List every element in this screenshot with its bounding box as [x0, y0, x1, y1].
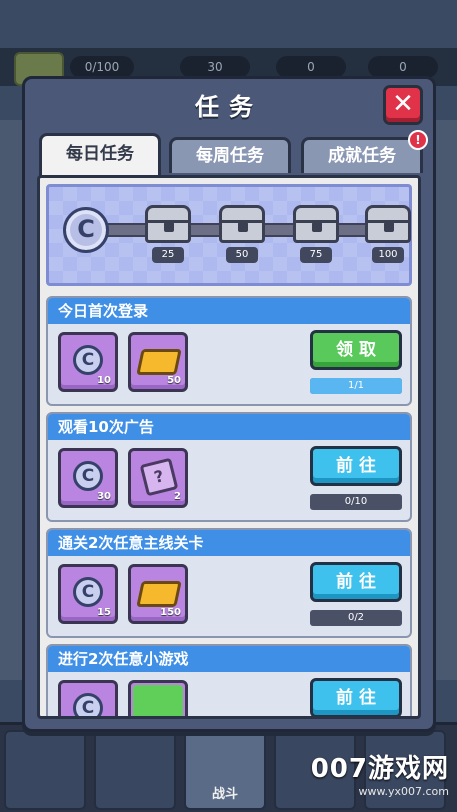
gem-counter: 30 [180, 56, 250, 78]
left-side-strip [0, 120, 24, 680]
crystal-counter: 0 [368, 56, 438, 78]
task-title: 通关2次任意主线关卡 [48, 530, 410, 556]
close-button[interactable]: ✕ [383, 85, 423, 125]
nav-shop-tab[interactable] [4, 730, 86, 810]
milestone-strip: C 25 50 75 100 [46, 184, 412, 286]
claim-button[interactable]: 领取 [310, 330, 402, 370]
nav-battle-tab[interactable]: 战斗 [184, 730, 266, 810]
energy-counter: 0/100 [70, 56, 134, 78]
task-title: 今日首次登录 [48, 298, 410, 324]
reward-count: 30 [97, 491, 111, 502]
reward-green-item [128, 680, 188, 716]
green-item-icon [133, 685, 183, 716]
chest-icon[interactable] [293, 205, 339, 243]
task-tabs: 每日任务 每周任务 成就任务 ! [39, 130, 428, 177]
task-modal: 任务 ✕ 每日任务 每周任务 成就任务 ! C 25 50 75 100 今日首… [22, 76, 436, 732]
coin-icon: C [73, 693, 103, 716]
progress-text: 0/2 [347, 612, 365, 623]
go-button[interactable]: 前往 [310, 562, 402, 602]
task-card: 通关2次任意主线关卡 C 15 150 前往 0/2 [46, 528, 412, 638]
reward-gold: 50 [128, 332, 188, 392]
right-side-strip [433, 120, 457, 680]
reward-count: 50 [167, 375, 181, 386]
reward-gold: 150 [128, 564, 188, 624]
ticket-icon: ? [139, 457, 179, 497]
tab-achievement-label: 成就任务 [328, 146, 396, 166]
task-progress: 0/2 [310, 610, 402, 626]
close-icon: ✕ [392, 89, 414, 119]
watermark-url: www.yx007.com [358, 785, 449, 798]
coin-icon: C [63, 207, 109, 253]
chest-icon[interactable] [219, 205, 265, 243]
nav-hero-tab[interactable] [94, 730, 176, 810]
milestone-label: 25 [152, 247, 184, 263]
task-panel: C 25 50 75 100 今日首次登录 C 10 50 领取 1/1 观看1… [37, 175, 421, 719]
gold-bar-icon [136, 349, 182, 375]
gold-counter: 0 [276, 56, 346, 78]
task-progress: 1/1 [310, 378, 402, 394]
task-card: 观看10次广告 C 30 ? 2 前往 0/10 [46, 412, 412, 522]
tab-achievement[interactable]: 成就任务 ! [301, 130, 428, 173]
reward-coin: C 10 [58, 332, 118, 392]
watermark-title: 007游戏网 [310, 754, 449, 784]
chest-icon[interactable] [365, 205, 411, 243]
reward-count: 10 [97, 375, 111, 386]
reward-ticket: ? 2 [128, 448, 188, 508]
task-progress: 0/10 [310, 494, 402, 510]
progress-text: 1/1 [347, 380, 365, 391]
milestone-label: 75 [300, 247, 332, 263]
milestone-label: 50 [226, 247, 258, 263]
reward-coin: C 15 [58, 564, 118, 624]
progress-text: 0/10 [344, 496, 368, 507]
task-title: 进行2次任意小游戏 [48, 646, 410, 672]
task-card: 进行2次任意小游戏 C 前往 [46, 644, 412, 716]
coin-icon: C [73, 345, 103, 375]
modal-title: 任务 [195, 93, 263, 121]
coin-icon: C [73, 461, 103, 491]
reward-count: 15 [97, 607, 111, 618]
reward-count: 2 [174, 491, 181, 502]
reward-coin: C [58, 680, 118, 716]
task-title: 观看10次广告 [48, 414, 410, 440]
chest-icon[interactable] [145, 205, 191, 243]
tab-weekly[interactable]: 每周任务 [169, 137, 291, 173]
alert-badge: ! [408, 130, 428, 150]
reward-coin: C 30 [58, 448, 118, 508]
go-button[interactable]: 前往 [310, 446, 402, 486]
tab-daily[interactable]: 每日任务 [39, 133, 161, 177]
gold-bar-icon [136, 581, 182, 607]
task-card: 今日首次登录 C 10 50 领取 1/1 [46, 296, 412, 406]
watermark: 007游戏网 www.yx007.com [311, 748, 449, 798]
reward-count: 150 [160, 607, 181, 618]
nav-battle-label: 战斗 [211, 787, 238, 802]
go-button[interactable]: 前往 [310, 678, 402, 716]
milestone-label: 100 [372, 247, 404, 263]
coin-icon: C [73, 577, 103, 607]
